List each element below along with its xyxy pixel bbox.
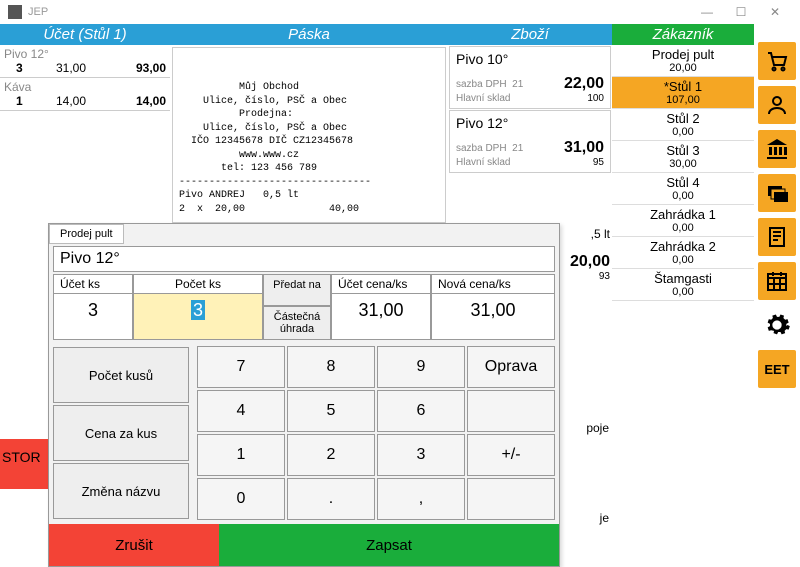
- bank-icon[interactable]: [758, 130, 796, 168]
- bill-header: Účet (Stůl 1): [0, 24, 170, 45]
- customer-column: Zákazník Prodej pult20,00*Stůl 1107,00St…: [612, 24, 754, 537]
- customer-item[interactable]: Zahrádka 20,00: [612, 237, 754, 269]
- key-5[interactable]: 5: [287, 390, 375, 432]
- calendar-icon[interactable]: [758, 262, 796, 300]
- app-icon: [8, 5, 22, 19]
- cancel-button[interactable]: Zrušit: [49, 524, 219, 566]
- close-button[interactable]: ✕: [758, 0, 792, 24]
- col-nova: Nová cena/ks: [432, 275, 554, 294]
- zmena-nazvu-button[interactable]: Změna názvu: [53, 463, 189, 519]
- pocet-kusu-button[interactable]: Počet kusů: [53, 347, 189, 403]
- bill-item[interactable]: Pivo 12° 331,0093,00: [0, 45, 170, 78]
- titlebar: JEP — ☐ ✕: [0, 0, 800, 24]
- key-blank[interactable]: [467, 390, 555, 432]
- val-pocet-ks[interactable]: 3: [134, 294, 262, 339]
- customer-header: Zákazník: [612, 24, 754, 45]
- maximize-button[interactable]: ☐: [724, 0, 758, 24]
- key-4[interactable]: 4: [197, 390, 285, 432]
- item-name-input[interactable]: [53, 246, 555, 272]
- receipt-icon[interactable]: [758, 218, 796, 256]
- partial-label-poje: poje: [586, 421, 609, 435]
- edit-dialog: Prodej pult Účet ks 3 Počet ks 3 Předat …: [48, 223, 560, 567]
- key-3[interactable]: 3: [377, 434, 465, 476]
- save-button[interactable]: Zapsat: [219, 524, 559, 566]
- goods-item-partial[interactable]: ,5 lt 20,00 93: [552, 223, 612, 286]
- key-1[interactable]: 1: [197, 434, 285, 476]
- castecna-button[interactable]: Částečná úhrada: [263, 306, 331, 340]
- key-+/-[interactable]: +/-: [467, 434, 555, 476]
- window-title: JEP: [28, 6, 690, 18]
- col-pocet-ks: Počet ks: [134, 275, 262, 294]
- key-0[interactable]: 0: [197, 478, 285, 520]
- customer-item[interactable]: *Stůl 1107,00: [612, 77, 754, 109]
- gear-icon[interactable]: [758, 306, 796, 344]
- val-ucet-ks: 3: [54, 294, 132, 339]
- dialog-tab[interactable]: Prodej pult: [49, 224, 124, 244]
- key-Oprava[interactable]: Oprava: [467, 346, 555, 388]
- customer-item[interactable]: Štamgasti0,00: [612, 269, 754, 301]
- key-.[interactable]: .: [287, 478, 375, 520]
- key-2[interactable]: 2: [287, 434, 375, 476]
- goods-item[interactable]: Pivo 10° sazba DPH 2122,00 Hlavní sklad1…: [449, 46, 611, 109]
- key-8[interactable]: 8: [287, 346, 375, 388]
- person-icon[interactable]: [758, 86, 796, 124]
- eet-button[interactable]: EET: [758, 350, 796, 388]
- col-cena: Účet cena/ks: [332, 275, 430, 294]
- receipt-body: Můj Obchod Ulice, číslo, PSČ a Obec Prod…: [172, 47, 446, 223]
- storno-button[interactable]: STOR: [0, 439, 48, 489]
- minimize-button[interactable]: —: [690, 0, 724, 24]
- key-7[interactable]: 7: [197, 346, 285, 388]
- key-6[interactable]: 6: [377, 390, 465, 432]
- stack-icon[interactable]: [758, 174, 796, 212]
- customer-item[interactable]: Stůl 20,00: [612, 109, 754, 141]
- key-9[interactable]: 9: [377, 346, 465, 388]
- predat-button[interactable]: Předat na: [263, 274, 331, 306]
- customer-item[interactable]: Prodej pult20,00: [612, 45, 754, 77]
- customer-item[interactable]: Stůl 40,00: [612, 173, 754, 205]
- bill-item[interactable]: Káva 114,0014,00: [0, 78, 170, 111]
- customer-item[interactable]: Zahrádka 10,00: [612, 205, 754, 237]
- cart-icon[interactable]: [758, 42, 796, 80]
- val-nova[interactable]: 31,00: [432, 294, 554, 339]
- val-cena: 31,00: [332, 294, 430, 339]
- right-toolbar: EET: [754, 24, 800, 537]
- cena-za-kus-button[interactable]: Cena za kus: [53, 405, 189, 461]
- key-,[interactable]: ,: [377, 478, 465, 520]
- customer-item[interactable]: Stůl 330,00: [612, 141, 754, 173]
- partial-label-je: je: [600, 511, 609, 525]
- goods-header: Zboží: [448, 24, 612, 45]
- key-blank[interactable]: [467, 478, 555, 520]
- col-ucet-ks: Účet ks: [54, 275, 132, 294]
- goods-item[interactable]: Pivo 12° sazba DPH 2131,00 Hlavní sklad9…: [449, 110, 611, 173]
- receipt-header: Páska: [170, 24, 448, 45]
